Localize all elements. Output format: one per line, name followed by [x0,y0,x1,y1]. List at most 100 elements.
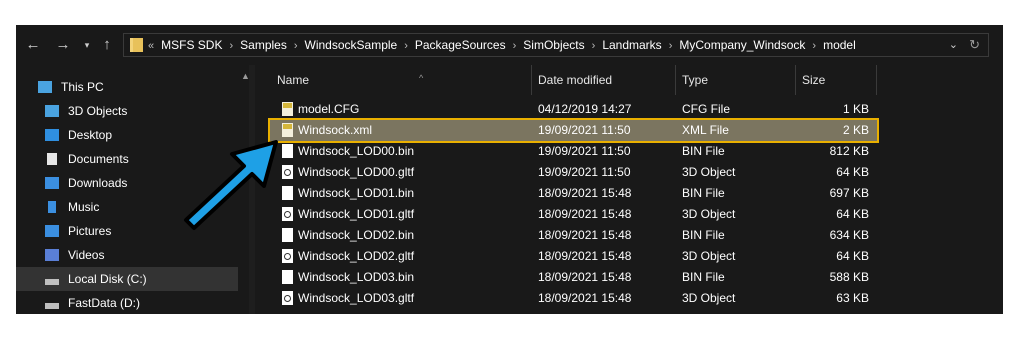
back-button[interactable]: ← [24,35,42,55]
column-header-date[interactable]: Date modified [538,65,612,95]
file-row[interactable]: Windsock_LOD03.bin 18/09/2021 15:48 BIN Fi… [270,267,877,288]
file-name: Windsock_LOD03.gltf [298,291,415,305]
column-divider[interactable] [531,65,532,95]
file-name: Windsock_LOD00.gltf [298,165,415,179]
arrow-up-icon: ↑ [103,36,111,53]
file-type: XML File [682,123,729,137]
sidebar-item-label: FastData (D:) [68,296,141,310]
drive-icon [45,279,59,285]
column-divider[interactable] [795,65,796,95]
column-header-type[interactable]: Type [682,65,708,95]
sidebar-item-label: This PC [61,80,104,94]
drive-icon [45,303,59,309]
refresh-icon: ↻ [969,37,980,52]
up-button[interactable]: ↑ [98,35,116,55]
chevron-down-icon: ⌄ [948,39,958,51]
chevron-right-icon[interactable]: › [812,40,816,52]
file-size: 64 KB [836,165,869,179]
download-icon [45,177,59,189]
file-row-highlighted[interactable]: Windsock.xml 19/09/2021 11:50 XML File 2 KB [268,118,879,143]
chevron-right-icon[interactable]: › [592,40,596,52]
sidebar-item-label: Desktop [68,128,113,142]
overflow-chevron-icon[interactable]: « [148,40,154,52]
computer-icon [38,81,52,93]
breadcrumb-item[interactable]: SimObjects [523,38,584,52]
file-row[interactable]: Windsock_LOD03.gltf 18/09/2021 15:48 3D Ob… [270,288,877,309]
column-header-size[interactable]: Size [802,65,825,95]
breadcrumb-item[interactable]: WindsockSample [305,38,398,52]
file-date: 18/09/2021 15:48 [538,291,632,305]
chevron-right-icon[interactable]: › [294,40,298,52]
config-file-icon [282,102,293,116]
column-header-name[interactable]: Name ^ [277,65,423,95]
sidebar-item-label: Documents [68,152,129,166]
file-size: 63 KB [836,291,869,305]
file-row[interactable]: Windsock_LOD00.bin 19/09/2021 11:50 BIN Fi… [270,141,877,162]
file-type: BIN File [682,186,725,200]
sidebar-item-label: Local Disk (C:) [68,272,147,286]
sidebar-item-label: Downloads [68,176,128,190]
file-type: BIN File [682,144,725,158]
file-type: 3D Object [682,207,736,221]
recent-locations-button[interactable]: ▾ [78,35,96,55]
file-type: 3D Object [682,249,736,263]
chevron-right-icon[interactable]: › [513,40,517,52]
desktop-icon [45,129,59,141]
file-date: 18/09/2021 15:48 [538,228,632,242]
breadcrumb-item[interactable]: PackageSources [415,38,506,52]
file-name: Windsock_LOD00.bin [298,144,415,158]
breadcrumb-item[interactable]: MSFS SDK [161,38,222,52]
address-history-dropdown[interactable]: ⌄ [949,34,958,56]
file-name: Windsock_LOD02.bin [298,228,415,242]
chevron-right-icon[interactable]: › [404,40,408,52]
column-divider[interactable] [675,65,676,95]
sidebar-item-fastdata-d[interactable]: FastData (D:) [16,291,238,314]
pointer-arrow-annotation [184,140,278,230]
file-name: Windsock_LOD03.bin [298,270,415,284]
file-row[interactable]: Windsock_LOD02.bin 18/09/2021 15:48 BIN Fi… [270,225,877,246]
address-bar[interactable]: « MSFS SDK › Samples › WindsockSample › Package… [123,33,989,57]
file-explorer-window: ← → ▾ ↑ « MSFS SDK › Samples › WindsockSample… [16,25,1003,314]
file-row[interactable]: Windsock_LOD01.gltf 18/09/2021 15:48 3D Ob… [270,204,877,225]
file-row[interactable]: Windsock_LOD00.gltf 19/09/2021 11:50 3D Ob… [270,162,877,183]
refresh-button[interactable]: ↻ [969,34,980,56]
cube-icon [45,105,59,117]
file-row[interactable]: Windsock_LOD01.bin 18/09/2021 15:48 BIN Fi… [270,183,877,204]
file-type: 3D Object [682,165,736,179]
breadcrumb-item[interactable]: MyCompany_Windsock [679,38,805,52]
breadcrumb-item[interactable]: model [823,38,856,52]
sidebar-item-local-disk-c[interactable]: Local Disk (C:) [16,267,238,291]
chevron-right-icon[interactable]: › [229,40,233,52]
file-date: 18/09/2021 15:48 [538,270,632,284]
file-row[interactable]: Windsock_LOD02.gltf 18/09/2021 15:48 3D Ob… [270,246,877,267]
breadcrumb: « MSFS SDK › Samples › WindsockSample › Package… [148,34,856,56]
file-size: 812 KB [829,144,869,158]
file-row[interactable]: model.CFG 04/12/2019 14:27 CFG File 1 KB [270,99,877,120]
file-name: Windsock_LOD01.bin [298,186,415,200]
file-name: Windsock_LOD02.gltf [298,249,415,263]
file-date: 18/09/2021 15:48 [538,207,632,221]
pictures-icon [45,225,59,237]
file-type: BIN File [682,270,725,284]
file-name: Windsock_LOD01.gltf [298,207,415,221]
arrow-right-icon: → [55,36,71,53]
sidebar-item-label: Videos [68,248,105,262]
file-size: 697 KB [829,186,869,200]
sidebar-item-this-pc[interactable]: This PC [16,75,238,99]
navigation-bar: ← → ▾ ↑ « MSFS SDK › Samples › WindsockSample… [16,25,1003,65]
breadcrumb-item[interactable]: Samples [240,38,287,52]
3d-object-icon [282,249,293,263]
chevron-right-icon[interactable]: › [669,40,673,52]
folder-icon [130,38,143,52]
forward-button[interactable]: → [54,35,72,55]
file-date: 18/09/2021 15:48 [538,249,632,263]
sidebar-item-videos[interactable]: Videos [16,243,238,267]
sort-ascending-icon: ^ [419,73,424,83]
breadcrumb-item[interactable]: Landmarks [602,38,661,52]
file-icon [282,270,293,284]
file-type: CFG File [682,102,730,116]
file-date: 19/09/2021 11:50 [538,165,631,179]
file-size: 64 KB [836,249,869,263]
column-divider[interactable] [876,65,877,95]
file-size: 634 KB [829,228,869,242]
